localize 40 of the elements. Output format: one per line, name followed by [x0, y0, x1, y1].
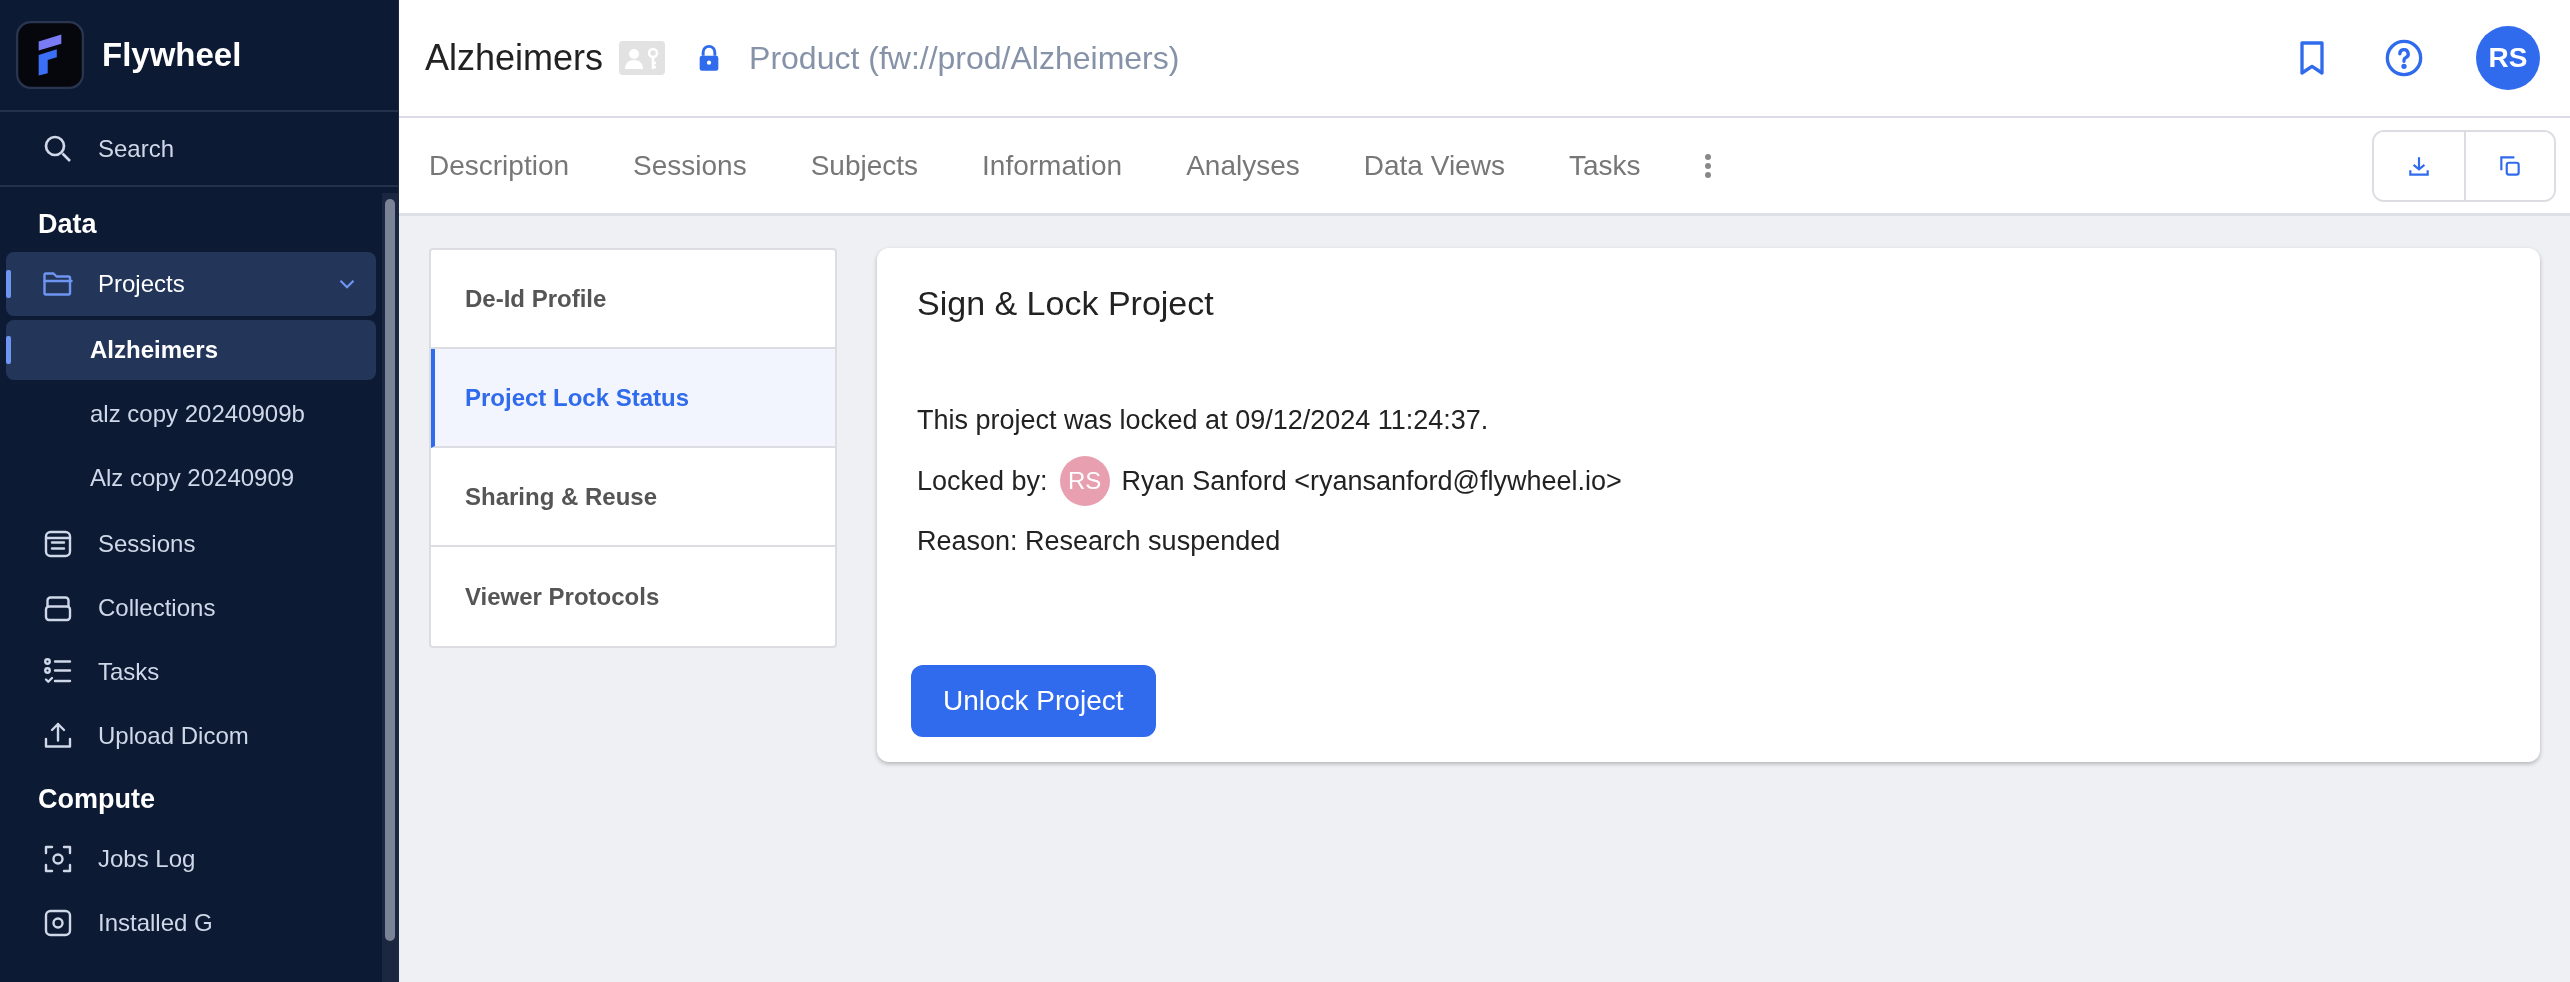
- project-item[interactable]: Alz copy 20240909: [6, 448, 376, 508]
- tab[interactable]: Information: [982, 149, 1123, 182]
- tab[interactable]: Analyses: [1186, 149, 1300, 182]
- scrollbar[interactable]: [382, 193, 398, 982]
- lock-time-text: This project was locked at 09/12/2024 11:24:37.: [917, 405, 1490, 436]
- tab[interactable]: Tasks: [1568, 149, 1641, 182]
- section-heading: Compute: [37, 783, 156, 816]
- nav-item[interactable]: Upload Dicom: [6, 704, 376, 768]
- nav-item[interactable]: Jobs Log: [6, 827, 376, 891]
- tab[interactable]: Data Views: [1363, 149, 1505, 182]
- tab[interactable]: Description: [429, 149, 570, 182]
- tab[interactable]: Subjects: [810, 149, 919, 182]
- user-name: Ryan Sanford <ryansanford@flywheel.io>: [1121, 465, 1622, 497]
- app-name: Flywheel: [102, 36, 242, 74]
- project-item[interactable]: alz copy 20240909b: [6, 384, 376, 444]
- nav-item[interactable]: Sessions: [6, 512, 376, 576]
- user-avatar: RS: [1059, 456, 1110, 506]
- section-heading: Data: [37, 208, 98, 241]
- nav-item[interactable]: Projects: [6, 252, 376, 316]
- locked-by-label: Locked by:: [917, 465, 1048, 497]
- tab[interactable]: Sessions: [633, 149, 747, 182]
- settings-menu-item[interactable]: Sharing & Reuse: [431, 448, 835, 547]
- nav-item[interactable]: Tasks: [6, 640, 376, 704]
- settings-menu-item[interactable]: Viewer Protocols: [431, 547, 835, 646]
- user-avatar[interactable]: RS: [2476, 26, 2540, 90]
- project-item[interactable]: Alzheimers: [6, 320, 376, 380]
- nav-item[interactable]: Collections: [6, 576, 376, 640]
- project-title: Alzheimers: [425, 37, 604, 79]
- search-link[interactable]: Search: [0, 112, 398, 187]
- more-icon[interactable]: [1704, 151, 1713, 180]
- user-key-icon: [619, 41, 666, 75]
- unlock-button[interactable]: Unlock Project: [911, 665, 1156, 737]
- project-path: Product (fw://prod/Alzheimers): [749, 39, 1180, 77]
- reason-text: Reason: Research suspended: [917, 526, 1282, 557]
- copy-button[interactable]: [2464, 131, 2554, 200]
- logo-icon: [16, 21, 84, 89]
- nav-item[interactable]: Installed G: [6, 891, 376, 955]
- help-icon[interactable]: [2384, 38, 2424, 78]
- card-title: Sign & Lock Project: [917, 284, 1215, 323]
- settings-menu-item[interactable]: Project Lock Status: [431, 349, 835, 448]
